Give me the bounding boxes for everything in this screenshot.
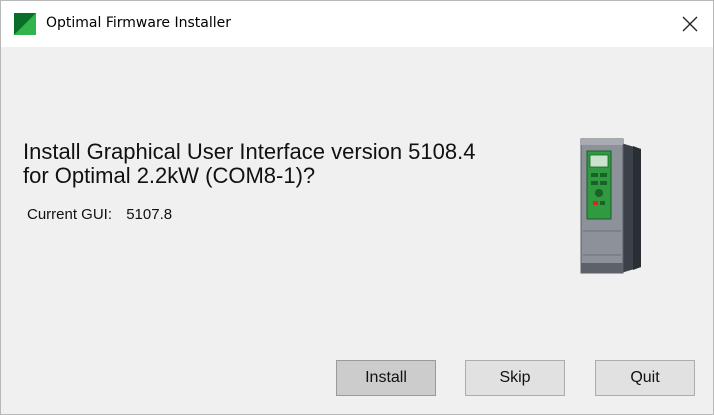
quit-button[interactable]: Quit bbox=[595, 360, 695, 396]
dialog-content: Install Graphical User Interface version… bbox=[1, 47, 713, 414]
skip-button[interactable]: Skip bbox=[465, 360, 565, 396]
question-line-1: Install Graphical User Interface version… bbox=[23, 139, 476, 164]
current-version-row: Current GUI: 5107.8 bbox=[27, 206, 172, 223]
window-title: Optimal Firmware Installer bbox=[46, 15, 231, 31]
close-icon bbox=[682, 16, 698, 32]
app-logo-icon bbox=[14, 13, 36, 35]
current-gui-label: Current GUI: bbox=[27, 206, 113, 223]
installer-window: Optimal Firmware Installer Install Graph… bbox=[0, 0, 714, 415]
question-line-2: for Optimal 2.2kW (COM8-1)? bbox=[23, 163, 316, 188]
install-button[interactable]: Install bbox=[336, 360, 436, 396]
install-question: Install Graphical User Interface version… bbox=[23, 140, 563, 188]
current-gui-value: 5107.8 bbox=[126, 206, 173, 223]
close-button[interactable] bbox=[667, 1, 713, 47]
title-bar[interactable]: Optimal Firmware Installer bbox=[1, 1, 713, 47]
drive-unit-image bbox=[580, 138, 641, 274]
